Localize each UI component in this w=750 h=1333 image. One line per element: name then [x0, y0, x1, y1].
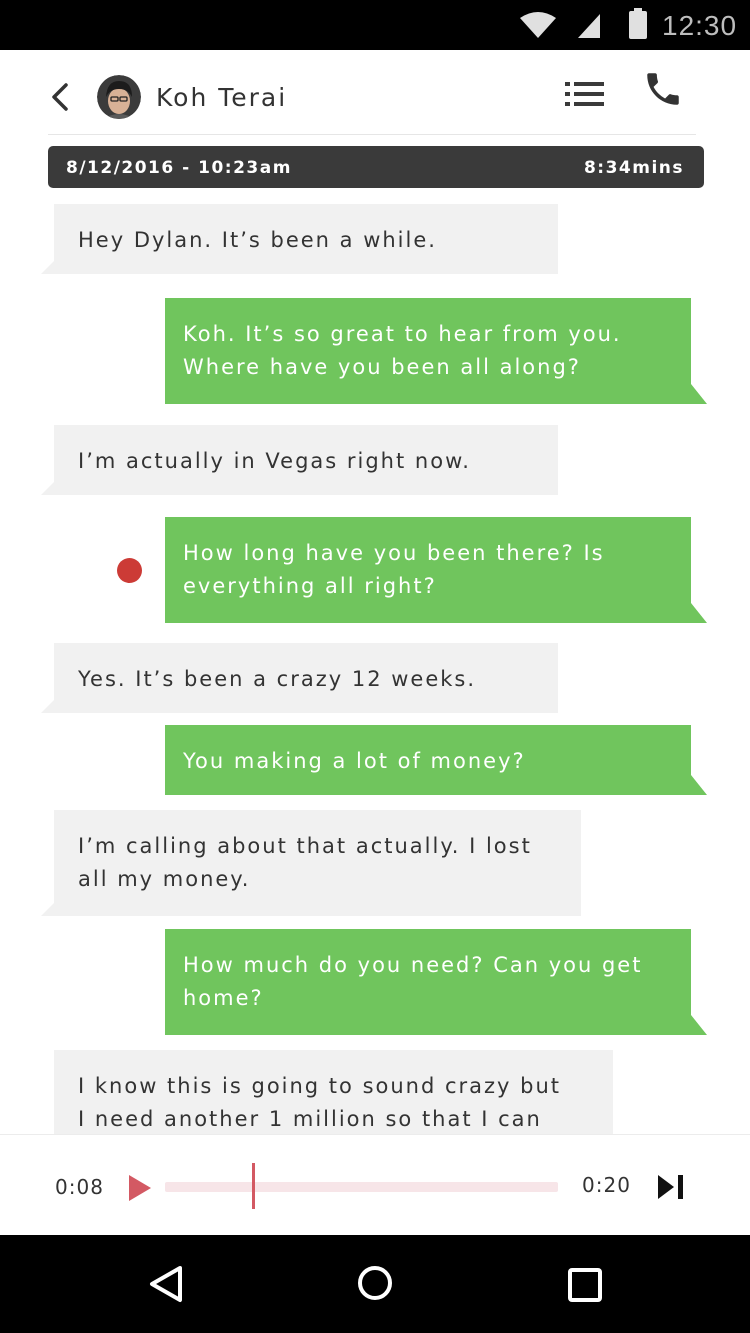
message-bubble-outgoing: How long have you been there? Is everyth… — [165, 517, 707, 623]
phone-icon[interactable] — [642, 68, 684, 110]
message-text: I’m actually in Vegas right now. — [78, 449, 471, 473]
message-text: How much do you need? Can you get — [183, 953, 643, 977]
call-duration: 8:34mins — [583, 158, 684, 178]
message-text: all my money. — [78, 867, 251, 891]
message-bubble-incoming: I’m actually in Vegas right now. — [41, 425, 558, 495]
message-text: I know this is going to sound crazy but — [78, 1074, 562, 1098]
playback-marker-dot — [117, 558, 142, 583]
status-bar: 12:30 — [0, 0, 750, 50]
conversation-header: Koh Terai — [0, 50, 750, 136]
wifi-icon — [520, 12, 556, 38]
message-list[interactable]: Hey Dylan. It’s been a while. Koh. It’s … — [0, 190, 750, 1134]
nav-recents-icon[interactable] — [567, 1267, 603, 1303]
avatar[interactable] — [97, 75, 141, 119]
message-bubble-incoming: I’m calling about that actually. I lost … — [41, 810, 581, 916]
message-text: Koh. It’s so great to hear from you. — [183, 322, 622, 346]
message-text: I need another 1 million so that I can — [78, 1107, 542, 1131]
audio-player: 0:08 0:20 — [0, 1134, 750, 1236]
signal-icon — [578, 14, 600, 38]
battery-icon — [629, 8, 647, 39]
nav-back-icon[interactable] — [148, 1265, 184, 1303]
message-text: Yes. It’s been a crazy 12 weeks. — [78, 667, 477, 691]
current-time: 0:08 — [55, 1175, 104, 1199]
message-text: You making a lot of money? — [183, 749, 526, 773]
message-text: everything all right? — [183, 574, 437, 598]
contact-name: Koh Terai — [156, 83, 288, 112]
playback-scrubber[interactable] — [252, 1163, 255, 1209]
message-bubble-outgoing: Koh. It’s so great to hear from you. Whe… — [165, 298, 707, 404]
message-text: Hey Dylan. It’s been a while. — [78, 228, 437, 252]
message-text: Where have you been all along? — [183, 355, 581, 379]
nav-home-icon[interactable] — [357, 1265, 393, 1301]
message-bubble-outgoing: How much do you need? Can you get home? — [165, 929, 707, 1035]
clock: 12:30 — [662, 10, 738, 41]
message-text: I’m calling about that actually. I lost — [78, 834, 532, 858]
message-bubble-incoming: Hey Dylan. It’s been a while. — [41, 204, 558, 274]
message-bubble-incoming: Yes. It’s been a crazy 12 weeks. — [41, 643, 558, 713]
message-bubble-outgoing: You making a lot of money? — [165, 725, 707, 795]
message-text: home? — [183, 986, 264, 1010]
playback-progress-track[interactable] — [165, 1182, 558, 1192]
system-nav-bar — [0, 1235, 750, 1333]
call-info-bar: 8/12/2016 - 10:23am 8:34mins — [48, 146, 704, 188]
message-bubble-incoming: I know this is going to sound crazy but … — [54, 1050, 613, 1134]
message-text: How long have you been there? Is — [183, 541, 605, 565]
total-time: 0:20 — [582, 1173, 631, 1197]
list-icon[interactable] — [565, 80, 605, 108]
back-arrow-icon[interactable] — [48, 82, 72, 112]
play-icon[interactable] — [128, 1174, 152, 1202]
skip-next-icon[interactable] — [657, 1173, 685, 1201]
header-divider — [48, 134, 696, 135]
call-date: 8/12/2016 - 10:23am — [66, 158, 292, 178]
